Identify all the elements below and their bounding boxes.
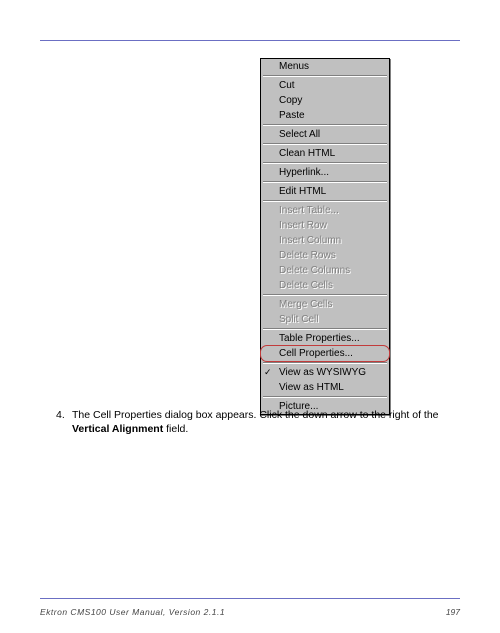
step-paragraph: 4. The Cell Properties dialog box appear… [72,408,450,436]
menu-separator [263,181,387,183]
menu-item[interactable]: Select All [261,127,389,142]
menu-item: Delete Rows [261,248,389,263]
menu-item[interactable]: Edit HTML [261,184,389,199]
menu-item[interactable]: Hyperlink... [261,165,389,180]
step-text-before: The Cell Properties dialog box appears. … [72,409,439,421]
menu-item: Insert Row [261,218,389,233]
menu-item[interactable]: Menus [261,59,389,74]
menu-separator [263,362,387,364]
menu-item[interactable]: Cut [261,78,389,93]
top-rule [40,40,460,41]
footer-page-number: 197 [446,607,460,617]
menu-item[interactable]: Table Properties... [261,331,389,346]
menu-separator [263,328,387,330]
menu-item: Merge Cells [261,297,389,312]
menu-separator [263,162,387,164]
menu-item[interactable]: View as WYSIWYG✓ [261,365,389,380]
context-menu: Menus CutCopyPaste Select All Clean HTML Hyp… [260,58,390,415]
menu-item[interactable]: Paste [261,108,389,123]
menu-item: Delete Columns [261,263,389,278]
menu-separator [263,75,387,77]
step-number: 4. [56,408,65,422]
menu-item: Insert Table... [261,203,389,218]
menu-separator [263,396,387,398]
menu-separator [263,143,387,145]
checkmark-icon: ✓ [264,366,272,379]
step-text-after: field. [163,423,188,435]
step-bold: Vertical Alignment [72,423,163,435]
menu-separator [263,294,387,296]
menu-item: Delete Cells [261,278,389,293]
menu-item[interactable]: Copy [261,93,389,108]
menu-item[interactable]: Cell Properties... [261,346,389,361]
page: Menus CutCopyPaste Select All Clean HTML Hyp… [0,0,500,633]
footer-rule [40,598,460,599]
footer-left: Ektron CMS100 User Manual, Version 2.1.1 [40,607,225,617]
menu-item[interactable]: Clean HTML [261,146,389,161]
menu-separator [263,200,387,202]
menu-item[interactable]: View as HTML [261,380,389,395]
menu-separator [263,124,387,126]
menu-item: Insert Column [261,233,389,248]
menu-item: Split Cell [261,312,389,327]
